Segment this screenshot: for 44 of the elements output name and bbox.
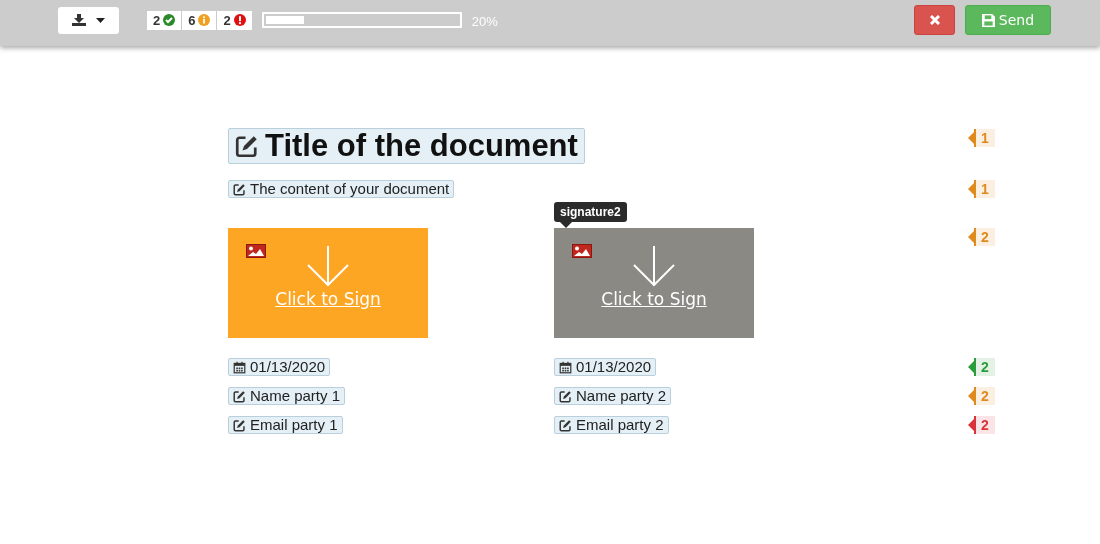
- date-field[interactable]: 01/13/2020: [554, 358, 657, 376]
- text-field[interactable]: The content of your document: [228, 180, 455, 198]
- field-text: Email party 2: [576, 417, 664, 433]
- close-icon: [929, 15, 940, 25]
- edit-icon: [559, 389, 572, 403]
- edit-icon: [559, 418, 572, 432]
- field-text: Email party 1: [250, 417, 338, 433]
- calendar-icon: [559, 360, 572, 374]
- counter-number: 6: [188, 12, 196, 28]
- info-icon: [198, 14, 211, 26]
- marker-count: 2: [976, 228, 995, 246]
- check-icon: [163, 14, 176, 26]
- edit-icon: [233, 182, 246, 196]
- date-text: 01/13/2020: [576, 359, 652, 375]
- image-icon: [246, 244, 266, 258]
- tooltip-pointer: [560, 222, 572, 228]
- alert-icon: [233, 14, 246, 26]
- marker-count: 2: [976, 416, 995, 434]
- download-button[interactable]: [58, 6, 119, 34]
- counter-number: 2: [153, 12, 161, 28]
- calendar-icon: [233, 360, 246, 374]
- close-button[interactable]: [914, 5, 955, 35]
- edit-icon: [235, 134, 259, 158]
- download-icon: [72, 14, 86, 26]
- text-field[interactable]: Email party 2: [554, 416, 669, 434]
- click-to-sign-link[interactable]: Click to Sign: [601, 289, 707, 309]
- image-icon: [572, 244, 592, 258]
- edit-icon: [233, 418, 246, 432]
- marker-count: 1: [976, 129, 995, 147]
- field-text: Name party 1: [250, 388, 341, 404]
- caret-icon: [96, 17, 105, 23]
- field-text: Name party 2: [576, 388, 667, 404]
- counter-number: 2: [223, 12, 231, 28]
- marker-count: 2: [976, 387, 995, 405]
- text-field[interactable]: Name party 1: [228, 387, 346, 405]
- date-text: 01/13/2020: [250, 359, 326, 375]
- field-text: The content of your document: [250, 181, 450, 197]
- save-icon: [981, 13, 995, 27]
- marker-count: 2: [976, 358, 995, 376]
- text-field[interactable]: Name party 2: [554, 387, 672, 405]
- date-field[interactable]: 01/13/2020: [228, 358, 331, 376]
- marker-count: 1: [976, 180, 995, 198]
- edit-icon: [233, 389, 246, 403]
- text-field[interactable]: Email party 1: [228, 416, 343, 434]
